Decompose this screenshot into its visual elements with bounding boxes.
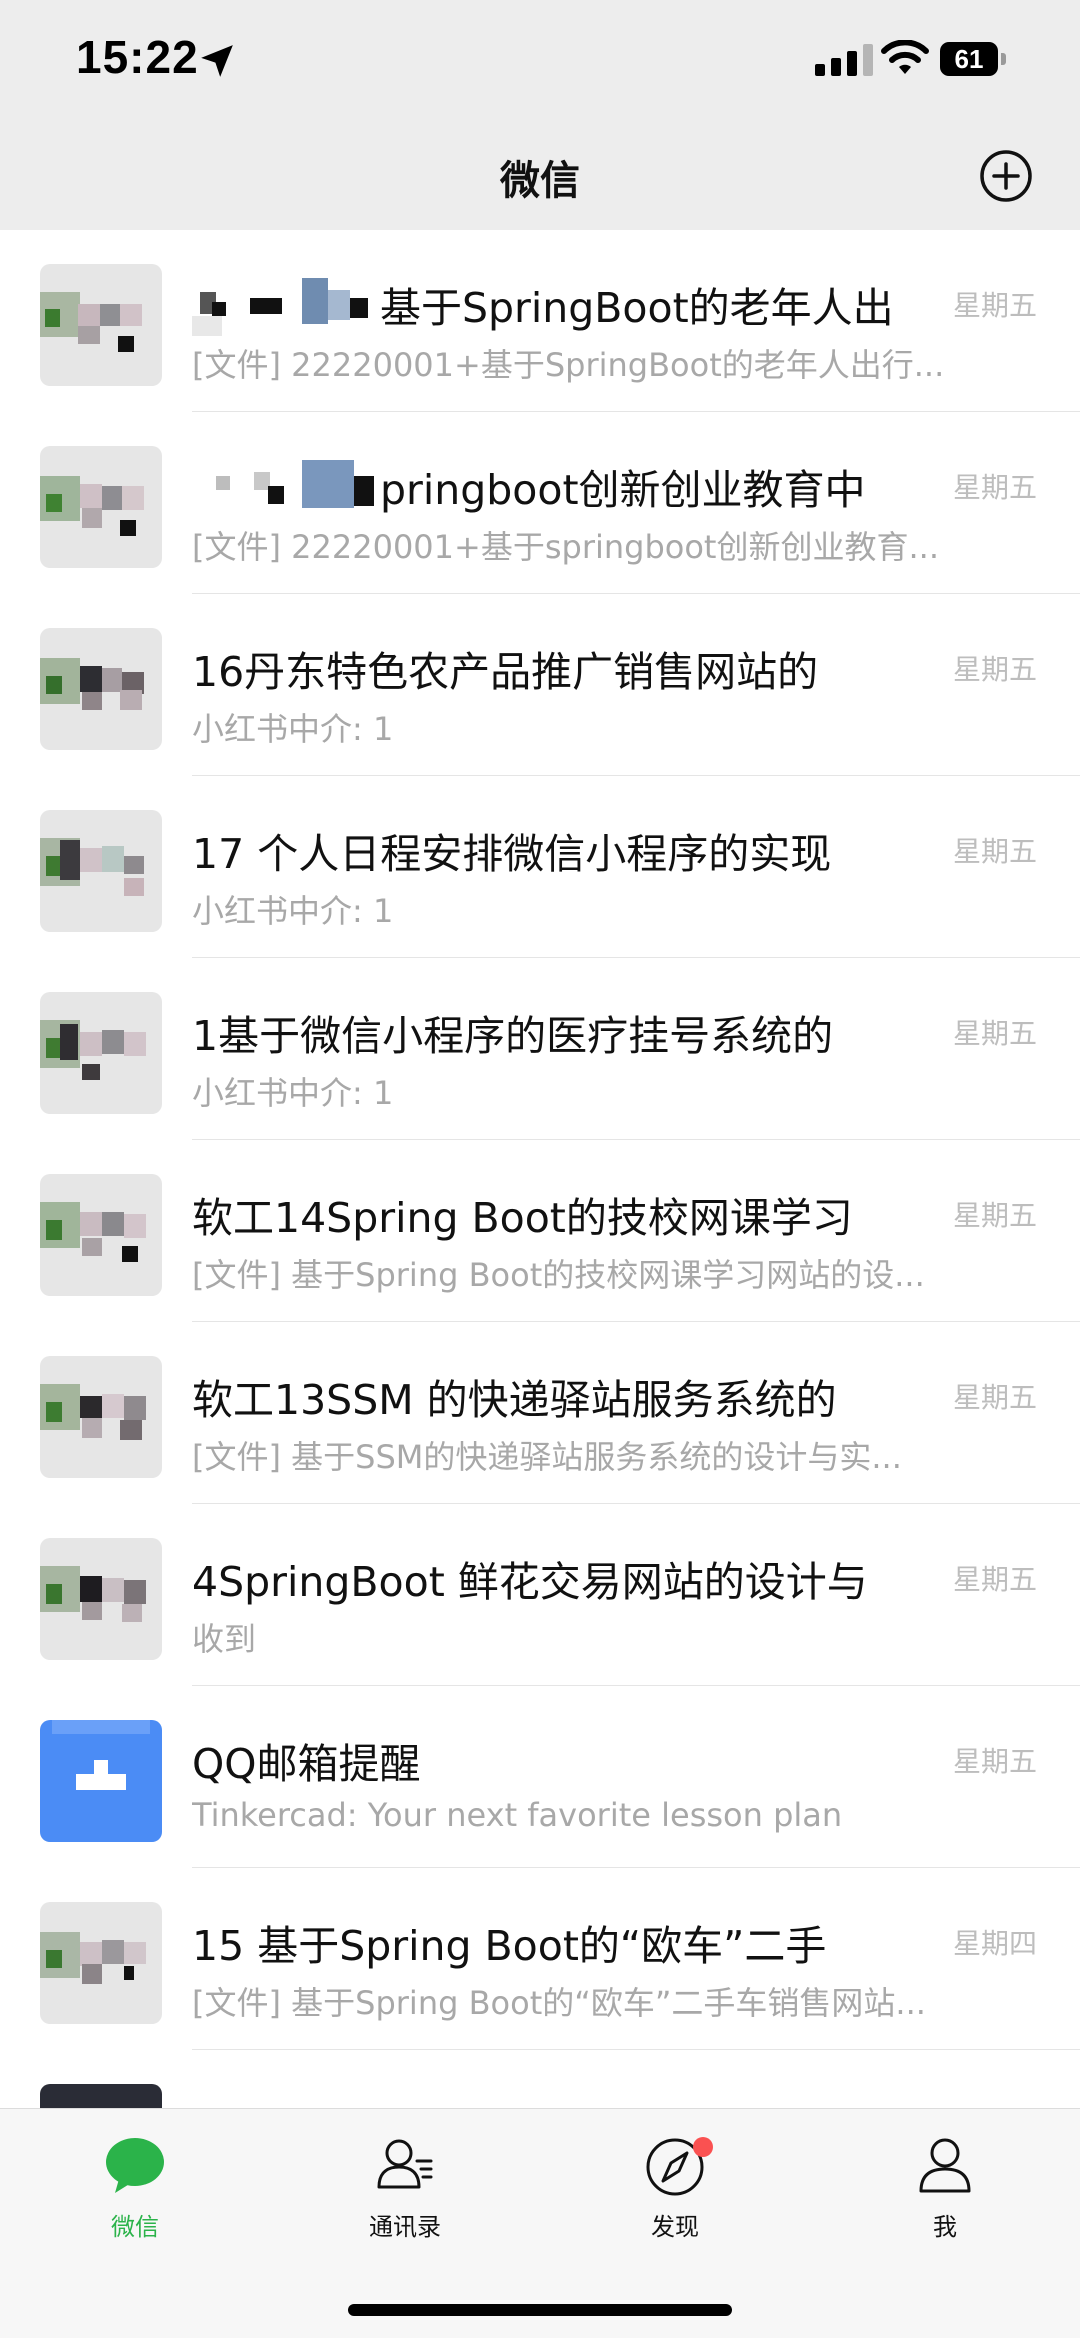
- person-icon: [919, 2138, 971, 2193]
- avatar: [40, 2084, 162, 2108]
- notification-dot: [693, 2137, 713, 2157]
- battery-level: 61: [940, 42, 998, 76]
- chat-row[interactable]: 软工14Spring Boot的技校网课学习 [文件] 基于Spring Boo…: [0, 1140, 1080, 1322]
- chat-preview: [文件] 基于Spring Boot的技校网课学习网站的设...: [192, 1256, 925, 1294]
- chat-name: 4SpringBoot 鲜花交易网站的设计与: [192, 1558, 868, 1606]
- chat-row[interactable]: 基于SpringBoot的老年人出 [文件] 22220001+基于Spring…: [0, 230, 1080, 412]
- tab-me[interactable]: 我: [845, 2133, 1045, 2242]
- chat-time: 星期四: [952, 1927, 1037, 1960]
- chat-row[interactable]: pringboot创新创业教育中 [文件] 22220001+基于springb…: [0, 412, 1080, 594]
- chat-preview: Tinkercad: Your next favorite lesson pla…: [192, 1796, 843, 1834]
- chat-time: 星期五: [952, 1745, 1037, 1778]
- redacted-name-mask: [216, 460, 374, 508]
- chat-row[interactable]: 4SpringBoot 鲜花交易网站的设计与 收到 星期五: [0, 1504, 1080, 1686]
- chat-time: 星期五: [952, 653, 1037, 686]
- chat-time: 星期五: [952, 471, 1037, 504]
- home-indicator[interactable]: [348, 2304, 732, 2316]
- tab-label: 发现: [651, 2213, 699, 2241]
- chat-name: 软工13SSM 的快递驿站服务系统的: [192, 1376, 837, 1424]
- chat-row[interactable]: 16丹东特色农产品推广销售网站的 小红书中介: 1 星期五: [0, 594, 1080, 776]
- tab-label: 我: [933, 2213, 957, 2241]
- battery-indicator: 61: [940, 42, 1006, 76]
- chat-time: 星期五: [952, 1563, 1037, 1596]
- avatar: [40, 1356, 162, 1478]
- avatar: [40, 1538, 162, 1660]
- redacted-name-mask: [192, 278, 368, 336]
- page-title: 微信: [500, 158, 580, 204]
- location-arrow-icon: [201, 45, 233, 77]
- chat-preview: 收到: [192, 1620, 257, 1658]
- chat-preview: 小红书中介: 1: [192, 892, 394, 930]
- chat-row[interactable]: 15 基于Spring Boot的“欧车”二手 [文件] 基于Spring Bo…: [0, 1868, 1080, 2050]
- chat-time: 星期五: [952, 835, 1037, 868]
- tab-label: 通讯录: [369, 2213, 441, 2241]
- mail-icon: [76, 1760, 126, 1790]
- chat-preview: 小红书中介: 1: [192, 710, 394, 748]
- add-plus-icon[interactable]: [978, 148, 1034, 204]
- avatar: [40, 1174, 162, 1296]
- chat-preview: [文件] 22220001+基于springboot创新创业教育...: [192, 528, 939, 566]
- chat-row[interactable]: 软工13SSM 的快递驿站服务系统的 [文件] 基于SSM的快递驿站服务系统的设…: [0, 1322, 1080, 1504]
- chat-row[interactable]: QQ邮箱提醒 Tinkercad: Your next favorite les…: [0, 1686, 1080, 1868]
- chat-time: 星期五: [952, 1017, 1037, 1050]
- status-bar: 15:22 61: [0, 0, 1080, 120]
- chat-row[interactable]: 17 个人日程安排微信小程序的实现 小红书中介: 1 星期五: [0, 776, 1080, 958]
- chat-name: pringboot创新创业教育中: [380, 466, 866, 514]
- chat-time: 星期五: [952, 1381, 1037, 1414]
- chat-preview: [文件] 基于SSM的快递驿站服务系统的设计与实...: [192, 1438, 902, 1476]
- chat-list: 基于SpringBoot的老年人出 [文件] 22220001+基于Spring…: [0, 230, 1080, 2108]
- battery-tip: [1001, 53, 1006, 65]
- wifi-icon: [881, 40, 929, 74]
- tab-contacts[interactable]: 通讯录: [305, 2133, 505, 2242]
- chat-name: 15 基于Spring Boot的“欧车”二手: [192, 1922, 827, 1970]
- chat-name: QQ邮箱提醒: [192, 1740, 421, 1788]
- cellular-signal-icon: [815, 44, 873, 76]
- chat-name: 17 个人日程安排微信小程序的实现: [192, 830, 832, 878]
- chat-name: 1基于微信小程序的医疗挂号系统的: [192, 1012, 834, 1060]
- chat-time: 星期五: [952, 289, 1037, 322]
- contacts-icon: [377, 2139, 433, 2189]
- avatar: [40, 446, 162, 568]
- chat-preview: [文件] 22220001+基于SpringBoot的老年人出行...: [192, 346, 945, 384]
- chat-preview: 小红书中介: 1: [192, 1074, 394, 1112]
- avatar: [40, 992, 162, 1114]
- chat-name: 软工14Spring Boot的技校网课学习: [192, 1194, 853, 1242]
- tab-chats[interactable]: 微信: [35, 2133, 235, 2242]
- qq-mail-avatar: [40, 1720, 162, 1842]
- avatar: [40, 628, 162, 750]
- avatar: [40, 264, 162, 386]
- chat-name: 16丹东特色农产品推广销售网站的: [192, 648, 819, 696]
- chat-preview: [文件] 基于Spring Boot的“欧车”二手车销售网站...: [192, 1984, 926, 2022]
- nav-header: 微信: [0, 120, 1080, 230]
- chat-row[interactable]: 1基于微信小程序的医疗挂号系统的 小红书中介: 1 星期五: [0, 958, 1080, 1140]
- chat-time: 星期五: [952, 1199, 1037, 1232]
- avatar: [40, 810, 162, 932]
- chat-row-partial[interactable]: [0, 2050, 1080, 2108]
- chat-name: 基于SpringBoot的老年人出: [380, 284, 894, 332]
- tab-discover[interactable]: 发现: [575, 2133, 775, 2242]
- avatar: [40, 1902, 162, 2024]
- chat-bubble-icon: [106, 2138, 164, 2193]
- tab-label: 微信: [111, 2213, 159, 2241]
- status-time: 15:22: [76, 31, 199, 83]
